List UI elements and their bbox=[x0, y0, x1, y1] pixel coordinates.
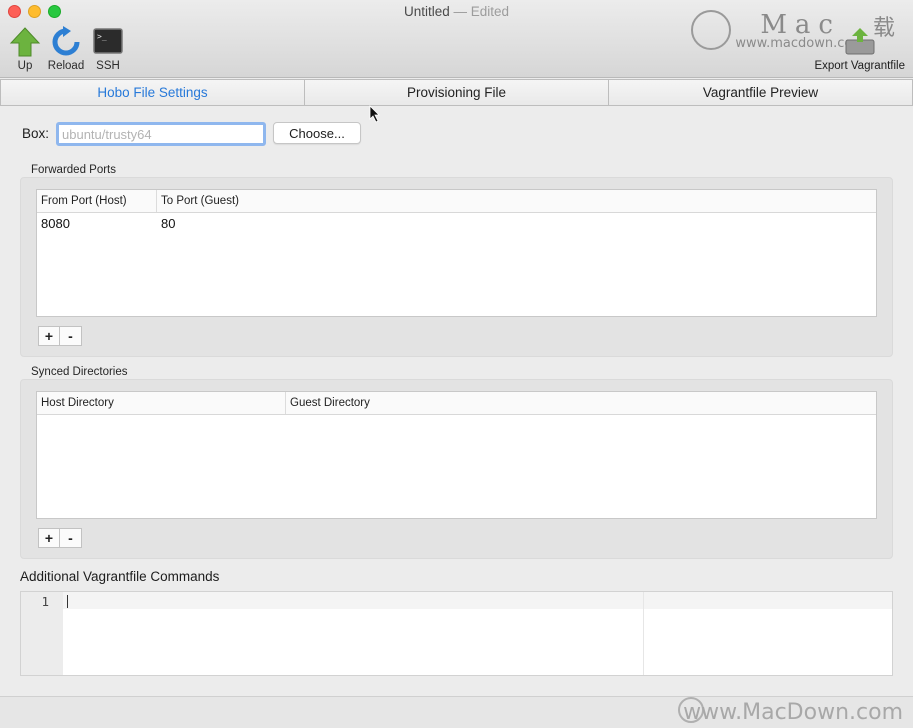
export-label: Export Vagrantfile bbox=[814, 60, 905, 72]
choose-box-button[interactable]: Choose... bbox=[273, 122, 361, 144]
cell-to-port[interactable]: 80 bbox=[157, 213, 175, 235]
text-caret bbox=[67, 595, 68, 608]
commands-editor[interactable]: 1 bbox=[20, 591, 893, 676]
box-label: Box: bbox=[22, 126, 50, 141]
add-directory-button[interactable]: + bbox=[38, 528, 60, 548]
window-title-text: Untitled bbox=[403, 4, 450, 19]
additional-commands-title: Additional Vagrantfile Commands bbox=[20, 569, 220, 584]
watermark-logo-icon bbox=[691, 10, 731, 50]
remove-directory-button[interactable]: - bbox=[60, 528, 82, 548]
synced-directories-title: Synced Directories bbox=[31, 366, 128, 378]
tab-provisioning-file[interactable]: Provisioning File bbox=[305, 79, 609, 106]
export-vagrantfile-button[interactable]: Export Vagrantfile bbox=[814, 26, 905, 72]
synced-directories-controls: + - bbox=[38, 528, 82, 548]
add-port-button[interactable]: + bbox=[38, 326, 60, 346]
remove-port-button[interactable]: - bbox=[60, 326, 82, 346]
synced-directories-table[interactable]: Host Directory Guest Directory bbox=[36, 391, 877, 519]
column-from-port[interactable]: From Port (Host) bbox=[37, 190, 157, 212]
terminal-icon: >_ bbox=[93, 28, 123, 54]
print-margin bbox=[643, 592, 644, 675]
active-line-highlight bbox=[21, 592, 892, 609]
mouse-pointer-icon bbox=[369, 105, 380, 123]
box-input[interactable] bbox=[56, 122, 266, 146]
up-arrow-icon bbox=[9, 27, 41, 57]
editor-gutter: 1 bbox=[21, 592, 63, 675]
svg-text:>_: >_ bbox=[97, 32, 107, 41]
table-row[interactable]: 8080 80 bbox=[37, 213, 876, 235]
line-number: 1 bbox=[41, 594, 49, 609]
forwarded-ports-title: Forwarded Ports bbox=[31, 164, 117, 176]
window-edited-indicator: — Edited bbox=[453, 4, 510, 19]
export-drive-icon bbox=[845, 28, 875, 55]
column-host-directory[interactable]: Host Directory bbox=[37, 392, 286, 414]
synced-directories-header: Host Directory Guest Directory bbox=[37, 392, 876, 415]
tab-vagrantfile-preview[interactable]: Vagrantfile Preview bbox=[609, 79, 913, 106]
forwarded-ports-header: From Port (Host) To Port (Guest) bbox=[37, 190, 876, 213]
ssh-label: SSH bbox=[96, 60, 120, 72]
cell-from-port[interactable]: 8080 bbox=[37, 213, 157, 235]
reload-icon bbox=[52, 26, 80, 56]
column-guest-directory[interactable]: Guest Directory bbox=[286, 392, 876, 414]
tab-hobo-file-settings[interactable]: Hobo File Settings bbox=[0, 79, 305, 106]
footer-watermark: www.MacDown.com bbox=[683, 700, 903, 725]
tab-bar: Hobo File Settings Provisioning File Vag… bbox=[0, 79, 913, 106]
forwarded-ports-controls: + - bbox=[38, 326, 82, 346]
forwarded-ports-table[interactable]: From Port (Host) To Port (Guest) 8080 80 bbox=[36, 189, 877, 317]
title-bar: Untitled — Edited Up Reload >_ SSH Mac 载… bbox=[0, 0, 913, 78]
ssh-button[interactable]: >_ SSH bbox=[83, 26, 133, 72]
column-to-port[interactable]: To Port (Guest) bbox=[157, 190, 876, 212]
